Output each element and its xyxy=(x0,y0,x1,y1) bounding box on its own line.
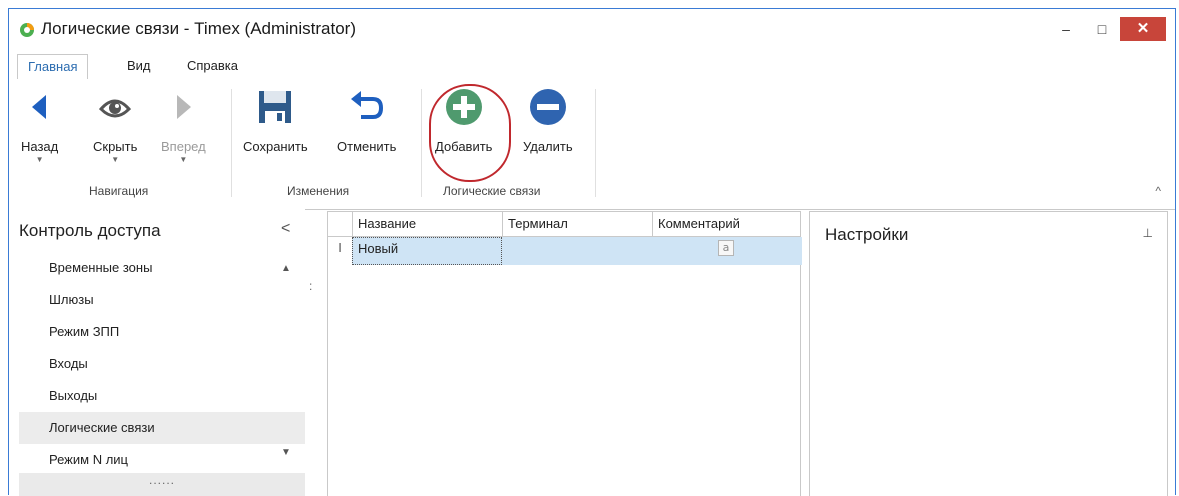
hide-button[interactable]: Скрыть ▼ xyxy=(93,87,137,164)
column-header-comment[interactable]: Комментарий xyxy=(652,212,802,236)
group-label-logical-links: Логические связи xyxy=(443,184,541,198)
cell-comment[interactable]: a xyxy=(652,237,802,265)
tab-view[interactable]: Вид xyxy=(117,54,161,78)
add-label: Добавить xyxy=(435,139,493,154)
nav-item-inputs[interactable]: Входы xyxy=(19,348,305,380)
cell-name[interactable]: Новый xyxy=(352,237,502,265)
collapse-panel-icon[interactable]: < xyxy=(281,220,290,238)
window-title: Логические связи - Timex (Administrator) xyxy=(41,19,357,38)
app-logo-icon xyxy=(20,23,34,37)
chevron-down-icon: ▼ xyxy=(35,155,44,164)
collapse-ribbon-icon[interactable]: ^ xyxy=(1155,184,1161,198)
nav-item-gateways[interactable]: Шлюзы xyxy=(19,284,305,316)
chevron-down-icon: ▼ xyxy=(179,155,188,164)
cancel-button[interactable]: Отменить xyxy=(337,87,396,154)
hide-label: Скрыть xyxy=(93,139,138,154)
grid-header: Название Терминал Комментарий xyxy=(328,212,800,237)
cell-terminal[interactable] xyxy=(502,237,652,265)
splitter-handle[interactable]: : xyxy=(309,279,312,293)
settings-panel: Настройки ⊥ xyxy=(809,211,1168,496)
maximize-button[interactable]: □ xyxy=(1085,17,1119,41)
save-button[interactable]: Сохранить xyxy=(243,87,308,154)
tab-help[interactable]: Справка xyxy=(177,54,248,78)
delete-button[interactable]: Удалить xyxy=(523,87,573,154)
scroll-up-icon[interactable]: ▲ xyxy=(281,263,291,274)
tab-home[interactable]: Главная xyxy=(17,54,89,80)
arrow-left-icon xyxy=(31,95,46,119)
undo-icon xyxy=(350,91,383,119)
column-header-name[interactable]: Название xyxy=(352,212,502,236)
settings-title: Настройки xyxy=(825,225,909,244)
ribbon-tabs: Главная Вид Справка xyxy=(9,49,1175,80)
group-divider xyxy=(595,89,596,197)
minus-circle-icon xyxy=(529,89,566,125)
nav-title: Контроль доступа xyxy=(19,221,161,240)
arrow-right-icon xyxy=(177,95,192,119)
nav-item-zpp-mode[interactable]: Режим ЗПП xyxy=(19,316,305,348)
scroll-down-icon[interactable]: ▼ xyxy=(281,447,291,458)
forward-label: Вперед xyxy=(161,139,206,154)
data-grid: Название Терминал Комментарий I Новый a xyxy=(327,211,802,496)
row-edit-indicator: I xyxy=(338,240,342,255)
group-label-navigation: Навигация xyxy=(89,184,149,198)
floppy-disk-icon xyxy=(259,91,292,123)
plus-circle-icon xyxy=(445,89,482,125)
close-button[interactable]: ✕ xyxy=(1120,17,1166,41)
group-divider xyxy=(231,89,232,197)
add-button[interactable]: Добавить xyxy=(435,87,492,154)
panel-resize-grip[interactable]: ...... xyxy=(19,473,305,496)
forward-button[interactable]: Вперед ▼ xyxy=(161,87,206,164)
table-row[interactable]: I Новый a xyxy=(328,237,802,265)
column-header-terminal[interactable]: Терминал xyxy=(502,212,652,236)
eye-icon xyxy=(99,99,132,118)
save-label: Сохранить xyxy=(243,139,308,154)
nav-item-n-persons-mode[interactable]: Режим N лиц xyxy=(19,444,305,476)
group-label-changes: Изменения xyxy=(287,184,350,198)
chevron-down-icon: ▼ xyxy=(111,155,120,164)
navigation-panel: Контроль доступа < Временные зоны ▲ Шлюз… xyxy=(9,209,305,496)
nav-item-time-zones[interactable]: Временные зоны xyxy=(19,252,305,284)
back-label: Назад xyxy=(21,139,59,154)
pin-icon[interactable]: ⊥ xyxy=(1143,226,1153,240)
nav-item-logical-links[interactable]: Логические связи xyxy=(19,412,305,444)
cancel-label: Отменить xyxy=(337,139,397,154)
back-button[interactable]: Назад ▼ xyxy=(21,87,58,164)
group-divider xyxy=(421,89,422,197)
memo-editor-icon[interactable]: a xyxy=(718,240,734,256)
minimize-button[interactable]: – xyxy=(1049,17,1083,41)
title-bar: Логические связи - Timex (Administrator)… xyxy=(9,9,1175,49)
ribbon: Назад ▼ Скрыть ▼ Вперед ▼ Навигация Сохр… xyxy=(9,79,1175,210)
app-window: Логические связи - Timex (Administrator)… xyxy=(8,8,1176,496)
delete-label: Удалить xyxy=(523,139,573,154)
nav-item-outputs[interactable]: Выходы xyxy=(19,380,305,412)
